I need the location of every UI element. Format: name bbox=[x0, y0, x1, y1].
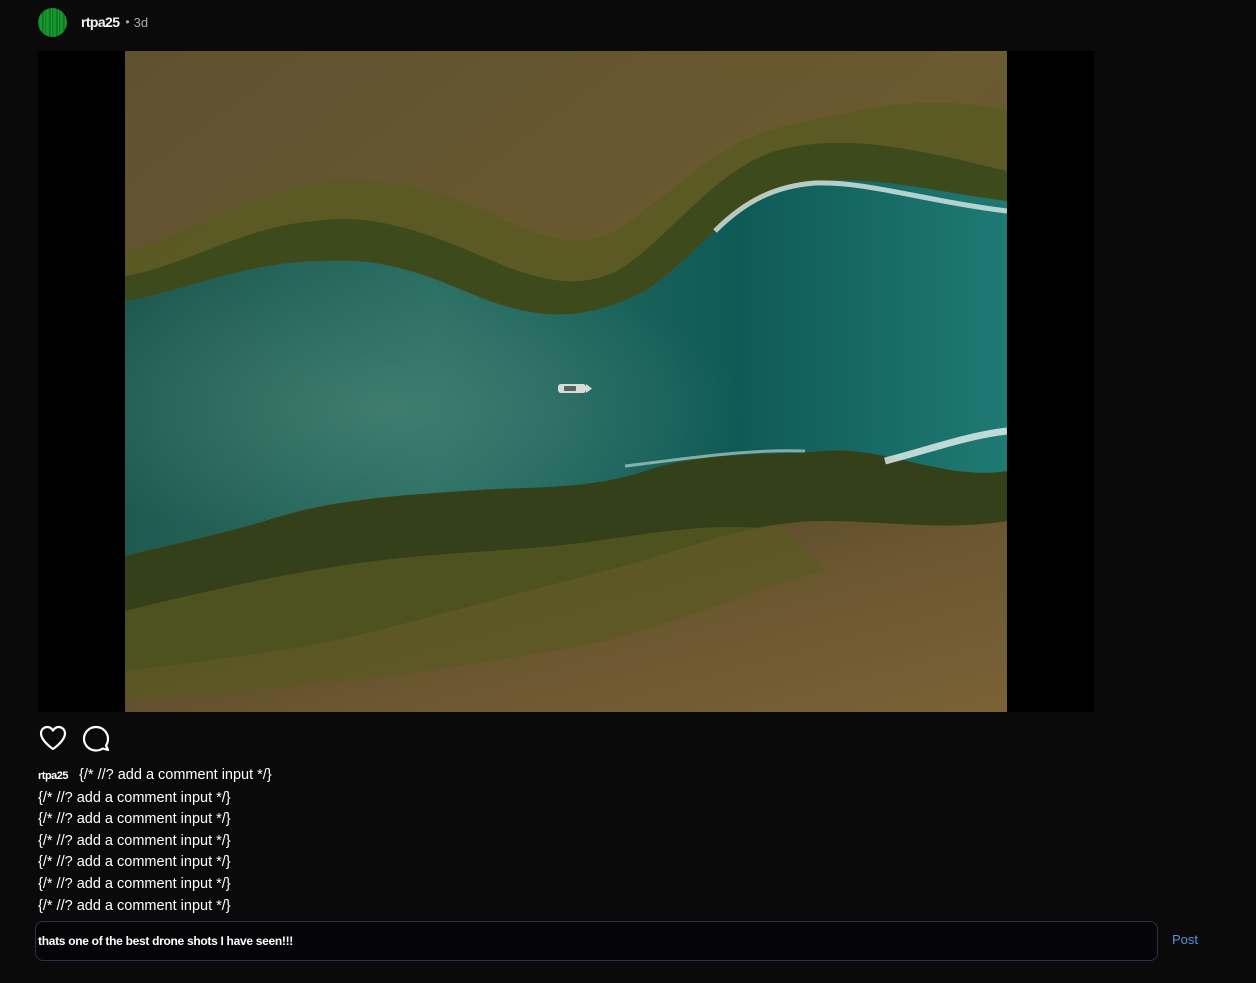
post-comment-button[interactable]: Post bbox=[1172, 932, 1198, 947]
comments-section: rtpa25 {/* //? add a comment input */} {/… bbox=[38, 765, 938, 917]
separator-dot: • bbox=[125, 15, 130, 29]
comment-item: {/* //? add a comment input */} bbox=[38, 832, 231, 849]
aerial-river-photo bbox=[125, 51, 1007, 712]
post-media[interactable] bbox=[38, 51, 1094, 712]
post-timestamp: 3d bbox=[133, 14, 149, 30]
comment-input-box bbox=[35, 921, 1158, 961]
comment-button[interactable] bbox=[81, 723, 111, 753]
caption: rtpa25 {/* //? add a comment input */} bbox=[38, 765, 938, 788]
post-actions bbox=[38, 722, 111, 754]
comment-item: {/* //? add a comment input */} bbox=[38, 897, 231, 914]
heart-icon bbox=[39, 725, 67, 751]
comment-item: {/* //? add a comment input */} bbox=[38, 875, 231, 892]
caption-username[interactable]: rtpa25 bbox=[38, 770, 69, 782]
speech-bubble-icon bbox=[82, 725, 110, 752]
like-button[interactable] bbox=[38, 723, 68, 753]
comment-item: {/* //? add a comment input */} bbox=[38, 789, 231, 806]
comment-item: {/* //? add a comment input */} bbox=[38, 811, 231, 828]
post-card: rtpa25 • 3d rtpa25 {/* //? add a comment… bbox=[0, 0, 1256, 983]
caption-text: {/* //? add a comment input */} bbox=[79, 767, 272, 783]
comment-item: {/* //? add a comment input */} bbox=[38, 854, 231, 871]
post-username[interactable]: rtpa25 bbox=[81, 14, 120, 30]
comment-input[interactable] bbox=[36, 922, 1157, 960]
avatar[interactable] bbox=[38, 7, 67, 37]
post-header: rtpa25 • 3d bbox=[38, 7, 148, 37]
